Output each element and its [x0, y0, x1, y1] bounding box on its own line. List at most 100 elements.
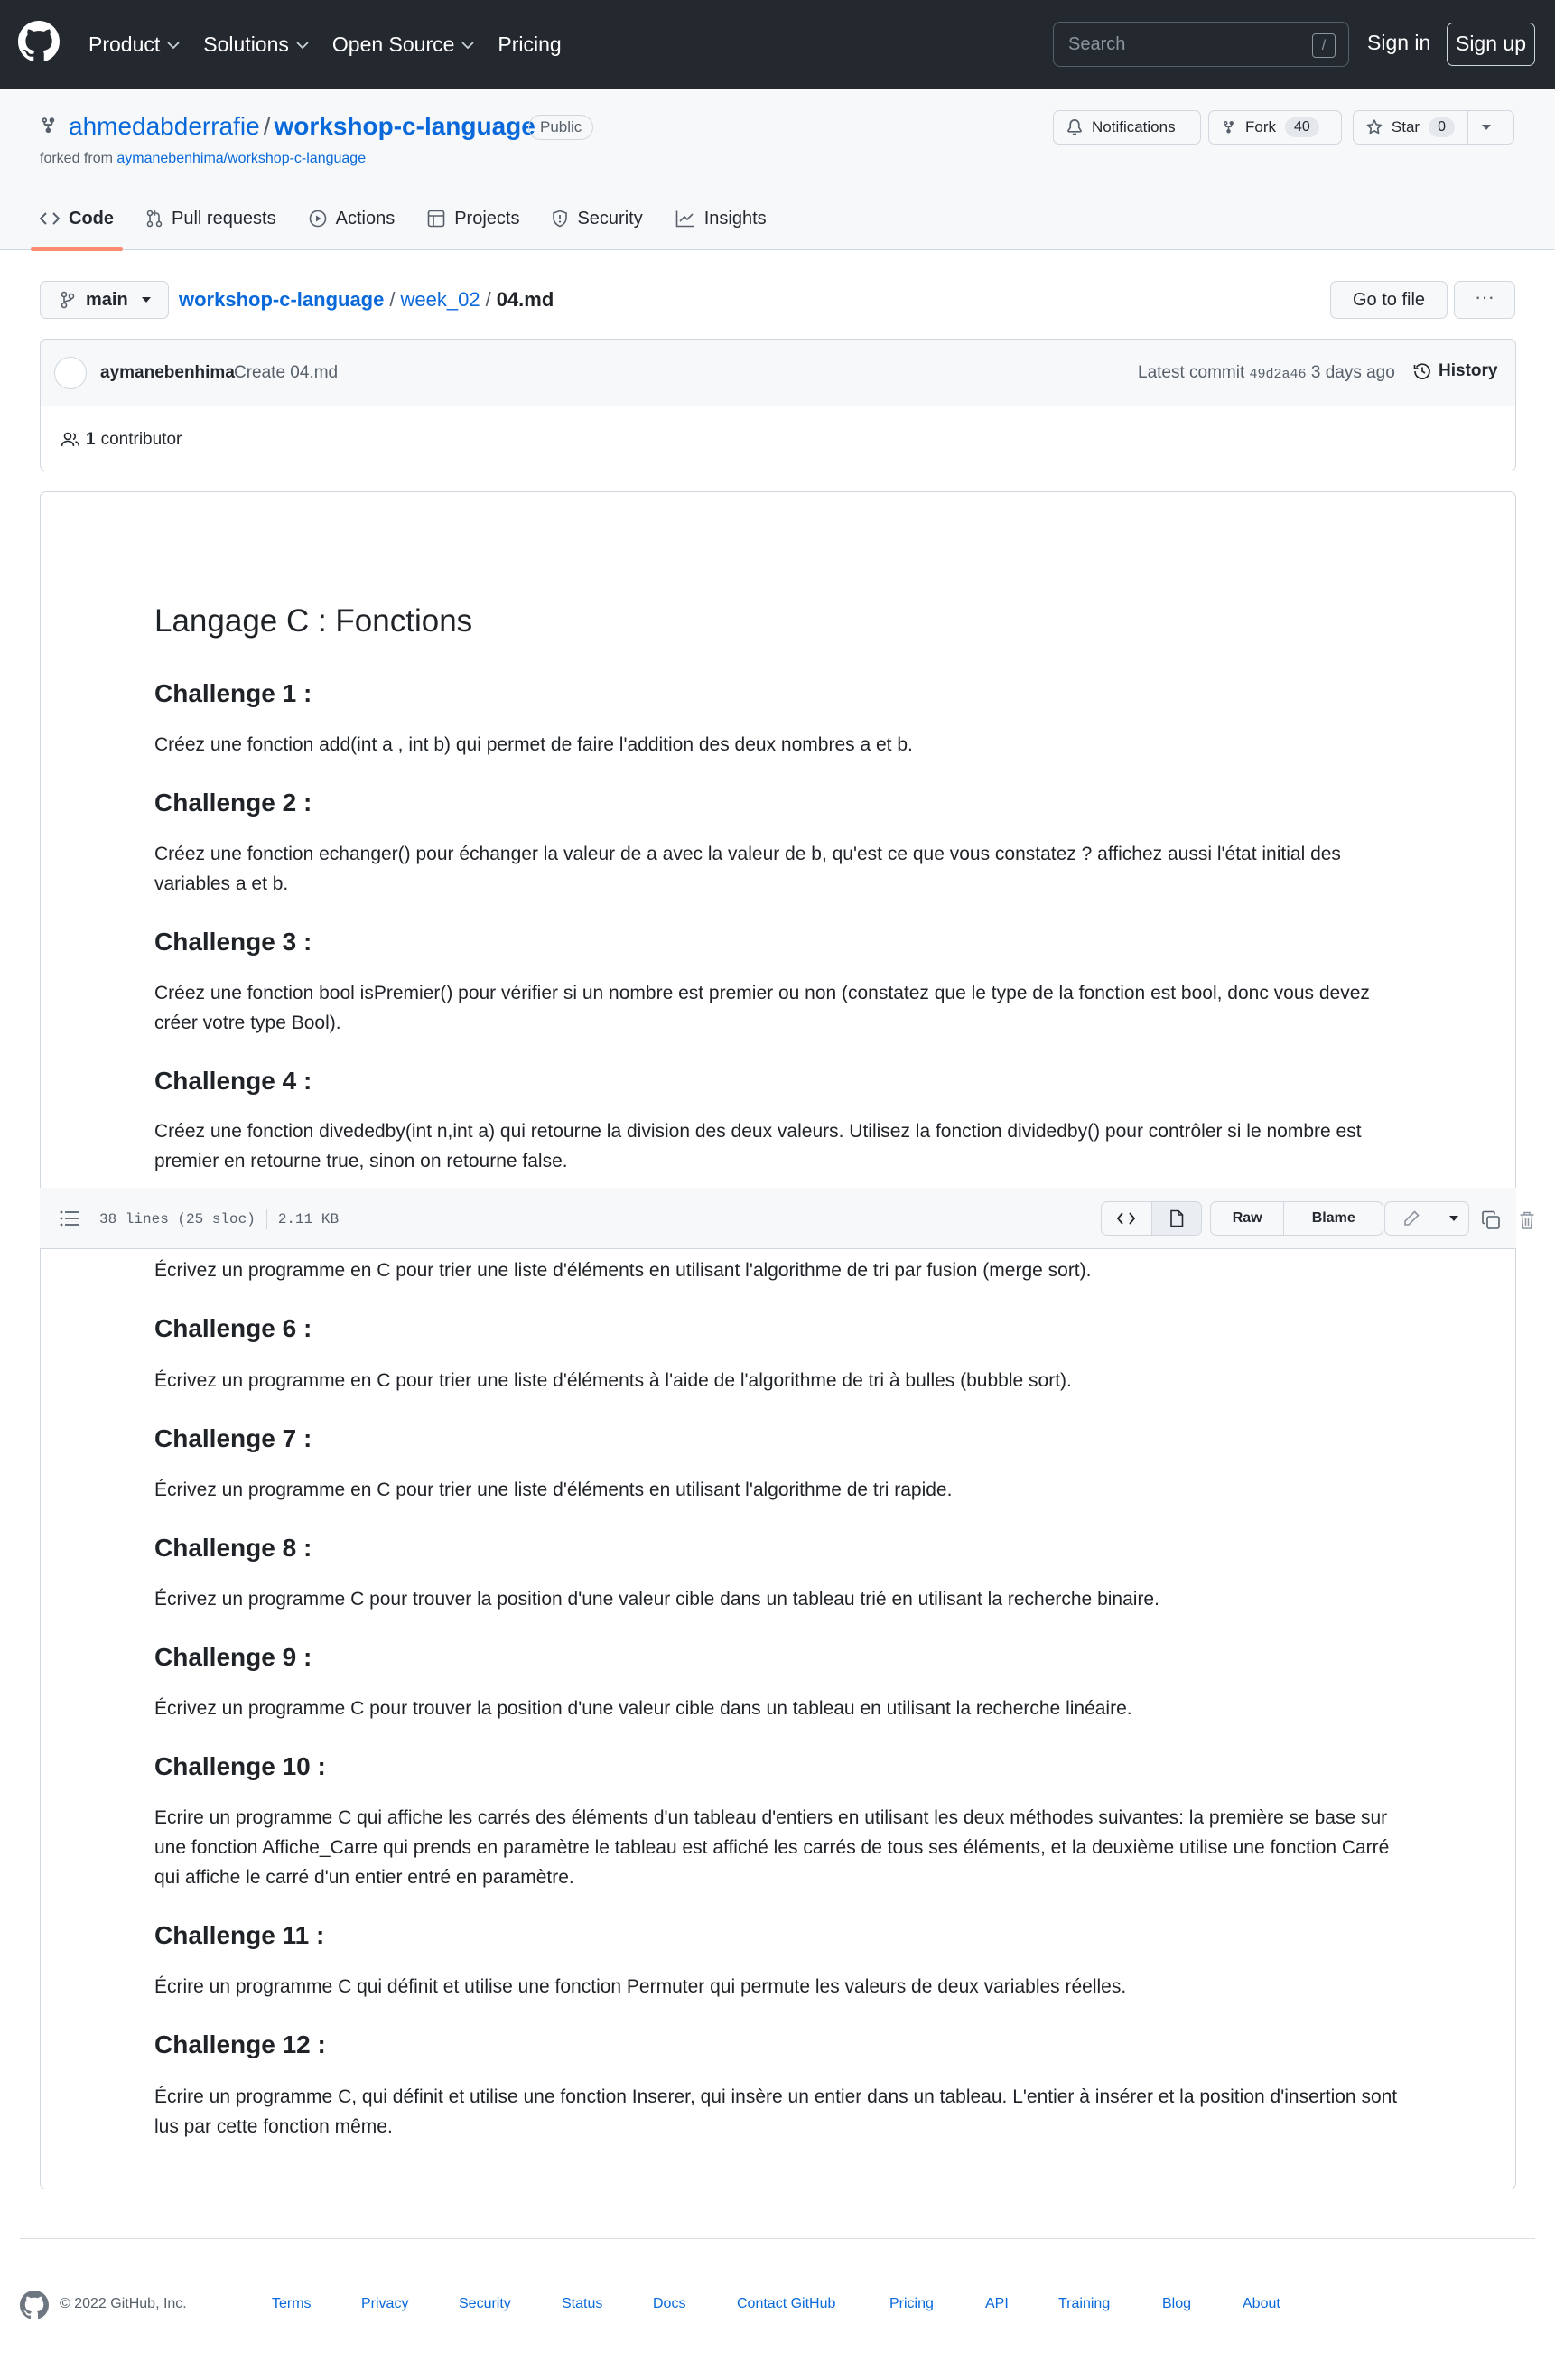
code-icon	[40, 212, 60, 225]
footer-link-api[interactable]: API	[985, 2296, 1009, 2312]
search-input[interactable]: Search /	[1053, 22, 1349, 67]
source-view-button[interactable]	[1102, 1202, 1151, 1235]
footer-link-status[interactable]: Status	[562, 2296, 602, 2312]
challenge-text: Écrivez un programme C pour trouver la p…	[154, 1698, 1132, 1719]
contributors-link[interactable]: 1 contributor	[61, 430, 182, 450]
footer-link-privacy[interactable]: Privacy	[361, 2296, 408, 2312]
latest-commit-info: Latest commit 49d2a46 3 days ago	[1138, 363, 1395, 383]
commit-message-link[interactable]: Create 04.md	[234, 363, 338, 383]
star-dropdown-button[interactable]	[1467, 110, 1514, 145]
shield-icon	[553, 210, 568, 228]
challenge-heading: Challenge 10 :	[154, 1752, 326, 1780]
forked-from-link[interactable]: aymanebenhima/workshop-c-language	[116, 151, 366, 166]
tab-actions-label: Actions	[335, 208, 396, 229]
challenge-text: Créez une fonction bool isPremier() pour…	[154, 983, 1370, 1033]
repo-forked-icon	[1224, 120, 1234, 134]
nav-product[interactable]: Product	[88, 33, 180, 57]
fork-label: Fork	[1245, 118, 1276, 135]
avatar[interactable]	[54, 357, 87, 389]
latest-commit-label: Latest commit	[1138, 363, 1245, 382]
raw-blame-group: Raw Blame	[1210, 1201, 1383, 1236]
repo-name-link[interactable]: workshop-c-language	[274, 112, 535, 140]
blame-button[interactable]: Blame	[1283, 1202, 1383, 1235]
play-icon	[309, 210, 326, 228]
git-branch-icon	[61, 291, 75, 309]
raw-button[interactable]: Raw	[1211, 1202, 1283, 1235]
people-icon	[61, 432, 80, 447]
contributors-label: contributor	[100, 430, 182, 449]
triangle-down-icon	[1482, 125, 1491, 130]
copy-icon[interactable]	[1481, 1210, 1501, 1230]
tab-projects[interactable]: Projects	[427, 193, 519, 244]
star-icon	[1366, 119, 1383, 135]
global-header: Product Solutions Open Source Pricing Se…	[0, 0, 1555, 89]
challenge-heading: Challenge 2 :	[154, 789, 312, 817]
fork-button[interactable]: Fork 40	[1208, 110, 1342, 145]
footer-link-blog[interactable]: Blog	[1162, 2296, 1191, 2312]
forked-from-line: forked from aymanebenhima/workshop-c-lan…	[40, 151, 366, 167]
footer-link-pricing[interactable]: Pricing	[889, 2296, 934, 2312]
repo-owner-link[interactable]: ahmedabderrafie	[69, 112, 260, 140]
challenge-text: Écrire un programme C qui définit et uti…	[154, 1976, 1127, 1997]
file-info: 38 lines (25 sloc) 2.11 KB	[99, 1209, 339, 1229]
breadcrumb-folder-link[interactable]: week_02	[400, 288, 480, 311]
history-icon	[1413, 363, 1430, 379]
tab-projects-label: Projects	[454, 208, 520, 229]
commit-author-link[interactable]: aymanebenhima	[100, 363, 235, 383]
nav-solutions[interactable]: Solutions	[203, 33, 309, 57]
challenge-text: Écrivez un programme C pour trouver la p…	[154, 1589, 1159, 1610]
chevron-down-icon	[167, 41, 180, 49]
tab-insights[interactable]: Insights	[675, 193, 767, 244]
footer-link-terms[interactable]: Terms	[272, 2296, 312, 2312]
nav-open-source[interactable]: Open Source	[332, 33, 475, 57]
notifications-label: Notifications	[1092, 118, 1176, 135]
file-icon	[1169, 1209, 1184, 1227]
footer-link-contact[interactable]: Contact GitHub	[737, 2296, 835, 2312]
footer-link-security[interactable]: Security	[459, 2296, 511, 2312]
file-size: 2.11 KB	[277, 1211, 340, 1228]
tab-security-label: Security	[577, 208, 643, 229]
breadcrumb-separator: /	[485, 288, 491, 311]
search-shortcut-key: /	[1312, 33, 1336, 58]
commit-time: 3 days ago	[1310, 363, 1395, 382]
main-nav: Product Solutions Open Source Pricing	[88, 0, 585, 89]
edit-button[interactable]	[1385, 1202, 1439, 1235]
rendered-view-button[interactable]	[1150, 1202, 1201, 1235]
tab-code[interactable]: Code	[31, 193, 123, 251]
git-pull-request-icon	[146, 210, 163, 228]
list-unordered-icon[interactable]	[60, 1209, 79, 1227]
footer-copyright: © 2022 GitHub, Inc.	[60, 2296, 187, 2311]
tab-pull-requests-label: Pull requests	[172, 208, 276, 229]
sign-up-button[interactable]: Sign up	[1447, 23, 1535, 66]
chevron-down-icon	[461, 41, 475, 49]
challenge-heading: Challenge 3 :	[154, 928, 312, 956]
github-logo-icon[interactable]	[18, 21, 60, 62]
footer-link-about[interactable]: About	[1243, 2296, 1280, 2312]
branch-select-button[interactable]: main	[40, 281, 169, 319]
go-to-file-button[interactable]: Go to file	[1330, 281, 1448, 319]
challenge-text: Créez une fonction add(int a , int b) qu…	[154, 734, 913, 755]
tab-actions[interactable]: Actions	[309, 193, 396, 244]
footer-link-training[interactable]: Training	[1058, 2296, 1110, 2312]
notifications-button[interactable]: Notifications	[1053, 110, 1201, 145]
more-options-button[interactable]: ···	[1454, 281, 1515, 319]
commit-sha-link[interactable]: 49d2a46	[1250, 367, 1307, 382]
tab-security[interactable]: Security	[552, 193, 643, 244]
search-placeholder: Search	[1068, 34, 1126, 54]
nav-pricing[interactable]: Pricing	[498, 33, 561, 57]
trash-icon[interactable]	[1519, 1210, 1535, 1230]
challenge-text: Écrivez un programme en C pour trier une…	[154, 1479, 953, 1500]
nav-pricing-label: Pricing	[498, 32, 562, 56]
footer-link-docs[interactable]: Docs	[653, 2296, 685, 2312]
star-button[interactable]: Star 0	[1353, 110, 1468, 145]
edit-dropdown-button[interactable]	[1438, 1202, 1468, 1235]
sign-in-link[interactable]: Sign in	[1367, 31, 1430, 55]
history-link[interactable]: History	[1413, 361, 1497, 381]
challenge-text: Écrire un programme C, qui définit et ut…	[154, 2086, 1398, 2137]
breadcrumb-repo-link[interactable]: workshop-c-language	[179, 288, 384, 311]
bell-icon	[1067, 119, 1082, 135]
tab-pull-requests[interactable]: Pull requests	[146, 193, 276, 244]
code-icon	[1117, 1212, 1136, 1225]
github-logo-icon[interactable]	[20, 2291, 49, 2319]
fork-count: 40	[1285, 117, 1319, 137]
